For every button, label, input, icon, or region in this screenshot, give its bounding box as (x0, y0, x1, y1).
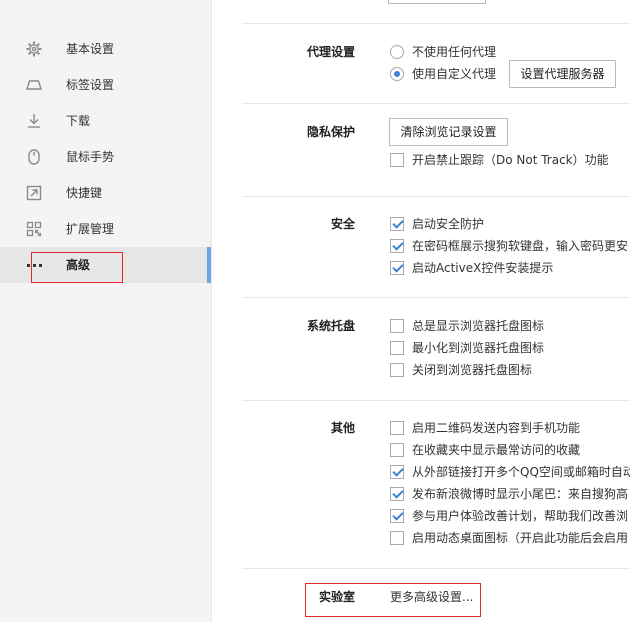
tray-option[interactable]: 关闭到浏览器托盘图标 (390, 361, 532, 379)
checkbox-label: 启动ActiveX控件安装提示 (412, 261, 554, 275)
security-option[interactable]: 启动安全防护 (390, 215, 484, 233)
checkbox-label: 总是显示浏览器托盘图标 (412, 319, 545, 333)
settings-sidebar: 基本设置 标签设置 下载 鼠标手势 快捷键 扩展管理 高级 (0, 0, 212, 622)
checkbox-label: 从外部链接打开多个QQ空间或邮箱时自动 (412, 465, 630, 479)
sidebar-item-mouse-gestures[interactable]: 鼠标手势 (0, 139, 211, 175)
proxy-section-title: 代理设置 (306, 45, 355, 59)
other-option[interactable]: 在收藏夹中显示最常访问的收藏 (390, 441, 580, 459)
other-option[interactable]: 从外部链接打开多个QQ空间或邮箱时自动 (390, 463, 630, 481)
clear-history-settings-button[interactable]: 清除浏览记录设置 (389, 118, 508, 146)
divider (242, 103, 630, 104)
checkbox-label: 启动安全防护 (412, 217, 485, 231)
sidebar-item-shortcuts[interactable]: 快捷键 (0, 175, 211, 211)
checkbox[interactable] (390, 421, 404, 435)
settings-content: 代理设置 不使用任何代理 使用自定义代理 设置代理服务器 隐私保护 清除浏览记录… (242, 0, 630, 622)
sidebar-item-label: 高级 (66, 258, 91, 272)
sidebar-item-label: 快捷键 (66, 186, 103, 200)
checkbox-label: 在收藏夹中显示最常访问的收藏 (412, 443, 581, 457)
set-proxy-server-button[interactable]: 设置代理服务器 (509, 60, 616, 88)
checkbox[interactable] (390, 363, 404, 377)
partial-button[interactable] (388, 0, 486, 4)
checkbox[interactable] (390, 341, 404, 355)
tray-section-title: 系统托盘 (306, 319, 355, 333)
checkbox[interactable] (390, 487, 404, 501)
other-option[interactable]: 启用动态桌面图标（开启此功能后会启用 (390, 529, 628, 547)
lab-section-title: 实验室 (318, 590, 355, 604)
checkbox-label: 在密码框展示搜狗软键盘，输入密码更安 (412, 239, 629, 253)
other-section-title: 其他 (330, 421, 355, 435)
other-option[interactable]: 发布新浪微博时显示小尾巴：来自搜狗高 (390, 485, 628, 503)
security-option[interactable]: 启动ActiveX控件安装提示 (390, 259, 553, 277)
shortcut-arrow-icon (26, 185, 42, 201)
other-option[interactable]: 参与用户体验改善计划，帮助我们改善浏 (390, 507, 628, 525)
sidebar-item-label: 扩展管理 (66, 222, 115, 236)
checkbox[interactable] (390, 153, 404, 167)
divider (242, 400, 630, 401)
checkbox[interactable] (390, 217, 404, 231)
checkbox-label: 启用二维码发送内容到手机功能 (412, 421, 581, 435)
checkbox-label: 启用动态桌面图标（开启此功能后会启用 (412, 531, 629, 545)
checkbox[interactable] (390, 465, 404, 479)
radio-label: 不使用任何代理 (412, 45, 497, 59)
radio-button[interactable] (390, 45, 404, 59)
sidebar-item-tab-settings[interactable]: 标签设置 (0, 67, 211, 103)
sidebar-item-basic-settings[interactable]: 基本设置 (0, 31, 211, 67)
security-section-title: 安全 (330, 217, 355, 231)
other-option[interactable]: 启用二维码发送内容到手机功能 (390, 419, 580, 437)
tab-icon (26, 77, 42, 93)
sidebar-item-label: 下载 (66, 114, 91, 128)
tray-option[interactable]: 总是显示浏览器托盘图标 (390, 317, 544, 335)
download-icon (26, 113, 42, 129)
active-indicator (207, 247, 211, 283)
do-not-track-option[interactable]: 开启禁止跟踪（Do Not Track）功能 (390, 151, 609, 169)
extensions-grid-icon (26, 221, 42, 237)
checkbox-label: 关闭到浏览器托盘图标 (412, 363, 533, 377)
checkbox-label: 最小化到浏览器托盘图标 (412, 341, 545, 355)
sidebar-item-download[interactable]: 下载 (0, 103, 211, 139)
checkbox-label: 参与用户体验改善计划，帮助我们改善浏 (412, 509, 629, 523)
radio-button[interactable] (390, 67, 404, 81)
proxy-custom-option[interactable]: 使用自定义代理 (390, 65, 496, 83)
sidebar-item-extensions[interactable]: 扩展管理 (0, 211, 211, 247)
sidebar-item-advanced[interactable]: 高级 (0, 247, 211, 283)
divider (242, 568, 630, 569)
checkbox[interactable] (390, 239, 404, 253)
divider (242, 196, 630, 197)
checkbox[interactable] (390, 319, 404, 333)
radio-label: 使用自定义代理 (412, 67, 497, 81)
checkbox-label: 开启禁止跟踪（Do Not Track）功能 (412, 153, 609, 167)
checkbox[interactable] (390, 531, 404, 545)
checkbox[interactable] (390, 509, 404, 523)
divider (242, 297, 630, 298)
more-dots-icon (26, 257, 42, 273)
tray-option[interactable]: 最小化到浏览器托盘图标 (390, 339, 544, 357)
checkbox-label: 发布新浪微博时显示小尾巴：来自搜狗高 (412, 487, 629, 501)
proxy-none-option[interactable]: 不使用任何代理 (390, 43, 496, 61)
divider (242, 23, 630, 24)
privacy-section-title: 隐私保护 (306, 125, 355, 139)
more-advanced-settings-link[interactable]: 更多高级设置... (390, 589, 473, 605)
gear-icon (26, 41, 42, 57)
sidebar-item-label: 基本设置 (66, 42, 115, 56)
sidebar-item-label: 鼠标手势 (66, 150, 115, 164)
security-option[interactable]: 在密码框展示搜狗软键盘，输入密码更安 (390, 237, 628, 255)
mouse-icon (26, 149, 42, 165)
sidebar-item-label: 标签设置 (66, 78, 115, 92)
checkbox[interactable] (390, 261, 404, 275)
checkbox[interactable] (390, 443, 404, 457)
